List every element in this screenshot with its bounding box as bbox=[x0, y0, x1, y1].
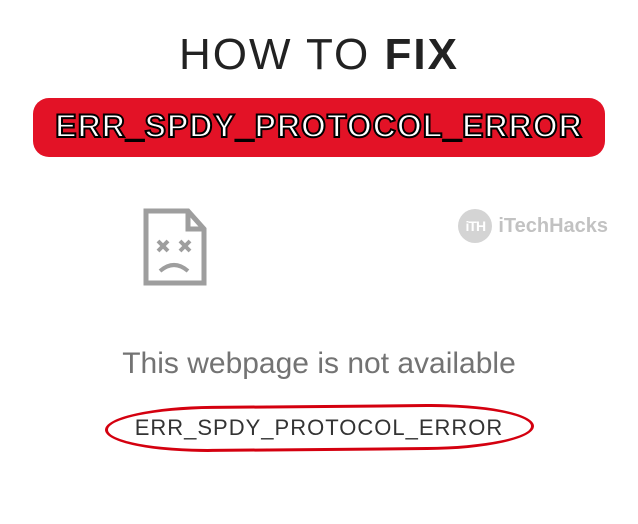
error-code-annotation: ERR_SPDY_PROTOCOL_ERROR bbox=[111, 409, 528, 447]
watermark: iTH iTechHacks bbox=[458, 209, 608, 243]
error-badge-label: ERR_SPDY_PROTOCOL_ERROR bbox=[55, 108, 582, 144]
mid-row: iTH iTechHacks bbox=[0, 207, 638, 317]
page-container: HOW TO FIX ERR_SPDY_PROTOCOL_ERROR iTH i… bbox=[0, 0, 638, 524]
headline-part2: FIX bbox=[385, 30, 459, 79]
error-code-text: ERR_SPDY_PROTOCOL_ERROR bbox=[135, 415, 504, 440]
error-badge: ERR_SPDY_PROTOCOL_ERROR bbox=[33, 98, 604, 157]
headline-part1: HOW TO bbox=[179, 30, 385, 79]
headline: HOW TO FIX bbox=[179, 30, 459, 80]
watermark-logo-icon: iTH bbox=[458, 209, 492, 243]
watermark-brand: iTechHacks bbox=[498, 215, 608, 238]
sad-page-icon bbox=[140, 207, 212, 292]
error-message: This webpage is not available bbox=[122, 347, 516, 381]
